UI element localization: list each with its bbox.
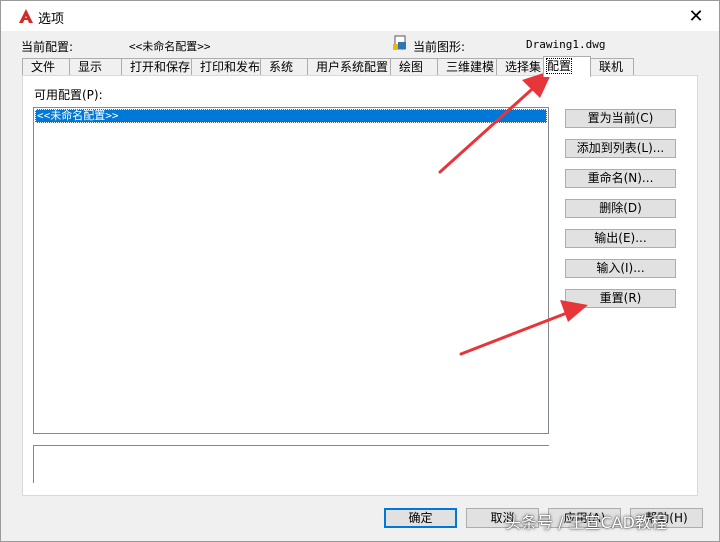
title-bar: 选项 ✕ [1,1,719,31]
current-drawing-value: Drawing1.dwg [526,38,606,51]
current-profile-value: <<未命名配置>> [129,40,211,53]
drawing-file-icon [393,35,406,50]
tab-open-save[interactable]: 打开和保存 [121,58,192,75]
list-item[interactable]: <<未命名配置>> [35,109,547,123]
watermark-text: 头条号 / 王宣CAD教程 [505,513,668,532]
profiles-list[interactable]: <<未命名配置>> [33,107,549,434]
set-current-button[interactable]: 置为当前(C) [565,109,676,128]
tab-selection[interactable]: 选择集 [496,58,544,75]
profile-description-box [33,445,549,483]
tab-display[interactable]: 显示 [69,58,122,75]
ok-button[interactable]: 确定 [384,508,457,528]
available-profiles-label: 可用配置(P): [34,88,103,102]
import-button[interactable]: 输入(I)... [565,259,676,278]
tab-strip: 文件 显示 打开和保存 打印和发布 系统 用户系统配置 绘图 三维建模 选择集 … [22,56,634,77]
tab-drafting[interactable]: 绘图 [390,58,438,75]
tab-files[interactable]: 文件 [22,58,70,75]
current-drawing-label: 当前图形: [413,40,466,54]
window-title: 选项 [38,12,65,27]
close-button[interactable]: ✕ [673,1,719,31]
export-button[interactable]: 输出(E)... [565,229,676,248]
tab-plot-publish[interactable]: 打印和发布 [191,58,261,75]
tab-user-preferences[interactable]: 用户系统配置 [307,58,391,75]
add-to-list-button[interactable]: 添加到列表(L)... [565,139,676,158]
delete-button[interactable]: 删除(D) [565,199,676,218]
current-profile-label: 当前配置: [21,40,74,54]
reset-button[interactable]: 重置(R) [565,289,676,308]
tab-3d-modeling[interactable]: 三维建模 [437,58,497,75]
tab-profiles[interactable]: 配置 [543,56,591,77]
options-dialog: 选项 ✕ 当前配置: <<未命名配置>> 当前图形: Drawing1.dwg … [0,0,720,542]
tab-online[interactable]: 联机 [590,58,634,75]
autocad-logo-icon [19,9,33,23]
rename-button[interactable]: 重命名(N)... [565,169,676,188]
tab-system[interactable]: 系统 [260,58,308,75]
